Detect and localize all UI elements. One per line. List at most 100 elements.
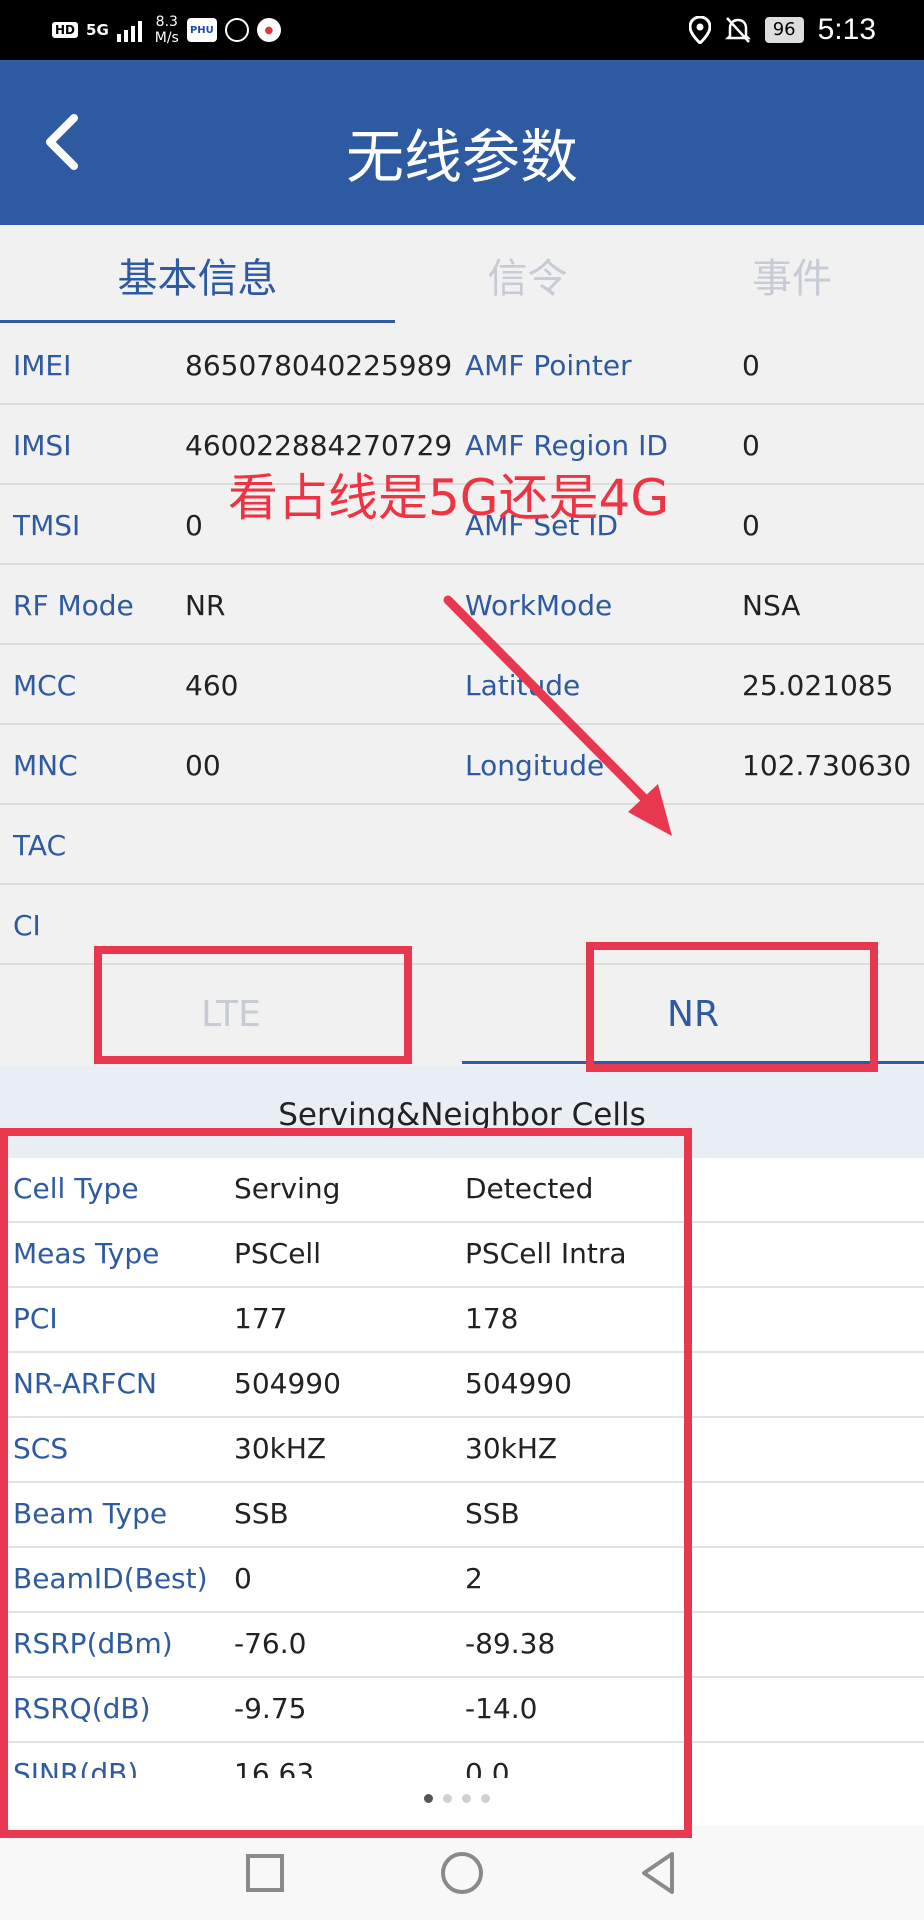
cell-value-serving: 504990 <box>234 1367 341 1400</box>
cell-value-serving: SSB <box>234 1497 289 1530</box>
rat-tabs: LTE NR <box>0 965 924 1065</box>
cell-value-serving: -9.75 <box>234 1692 307 1725</box>
hand-notification-icon <box>224 18 249 42</box>
cell-label: BeamID(Best) <box>13 1562 208 1595</box>
info-label: MNC <box>13 749 78 782</box>
active-rat-tab-indicator <box>462 1061 924 1064</box>
cell-row: Cell Type Serving Detected <box>0 1158 924 1223</box>
info-label: CI <box>13 909 41 942</box>
active-tab-indicator <box>0 320 395 323</box>
cell-value-serving: 0 <box>234 1562 252 1595</box>
home-button[interactable] <box>437 1848 487 1898</box>
cells-table[interactable]: Cell Type Serving Detected Meas Type PSC… <box>0 1158 924 1778</box>
cell-label: Beam Type <box>13 1497 168 1530</box>
network-type: 5G <box>86 21 109 39</box>
info-row: TAC <box>0 805 924 885</box>
info-value: 0 <box>742 509 760 542</box>
page-title: 无线参数 <box>345 123 578 191</box>
cell-row: BeamID(Best) 0 2 <box>0 1548 924 1613</box>
cell-value-serving: 30kHZ <box>234 1432 327 1465</box>
info-value: 460 <box>185 669 239 702</box>
info-value: 25.021085 <box>742 669 894 702</box>
status-bar: HD 5G 8.3 M/s PHU ● 96 5:13 <box>0 0 924 60</box>
cell-value-neighbor: Detected <box>465 1172 594 1205</box>
status-left: HD 5G 8.3 M/s PHU ● <box>52 8 281 52</box>
app-badge: PHU <box>186 18 217 42</box>
tab-events[interactable]: 事件 <box>660 225 924 325</box>
map-app-icon: ● <box>256 18 281 42</box>
cell-value-neighbor: -14.0 <box>465 1692 538 1725</box>
info-row: IMEI 865078040225989 AMF Pointer 0 <box>0 325 924 405</box>
basic-info-table: IMEI 865078040225989 AMF Pointer 0 IMSI … <box>0 325 924 965</box>
cell-value-neighbor: SSB <box>465 1497 520 1530</box>
info-row: MNC 00 Longitude 102.730630 <box>0 725 924 805</box>
info-label: IMEI <box>13 349 72 382</box>
cell-value-serving: 177 <box>234 1302 288 1335</box>
cell-value-serving: PSCell <box>234 1237 321 1270</box>
battery-indicator: 96 <box>764 17 804 43</box>
cell-value-neighbor: 178 <box>465 1302 519 1335</box>
cell-row: Beam Type SSB SSB <box>0 1483 924 1548</box>
info-label: RF Mode <box>13 589 134 622</box>
cell-label: RSRP(dBm) <box>13 1627 173 1660</box>
info-label: MCC <box>13 669 77 702</box>
tab-nr[interactable]: NR <box>462 965 924 1065</box>
cell-value-neighbor: PSCell Intra <box>465 1237 627 1270</box>
circle-icon <box>441 1852 483 1894</box>
triangle-back-icon <box>642 1852 674 1894</box>
cell-value-neighbor: 504990 <box>465 1367 572 1400</box>
nav-back-button[interactable] <box>634 1848 684 1898</box>
location-icon <box>688 16 711 44</box>
cell-value-neighbor: 2 <box>465 1562 483 1595</box>
info-value: 102.730630 <box>742 749 912 782</box>
info-row: CI <box>0 885 924 965</box>
info-value: 0 <box>185 509 203 542</box>
hd-badge: HD <box>52 22 79 38</box>
info-label: IMSI <box>13 429 72 462</box>
cell-row: Meas Type PSCell PSCell Intra <box>0 1223 924 1288</box>
square-icon <box>246 1854 284 1892</box>
info-label: AMF Pointer <box>465 349 632 382</box>
cell-label: SCS <box>13 1432 69 1465</box>
cell-row: RSRP(dBm) -76.0 -89.38 <box>0 1613 924 1678</box>
signal-icon <box>116 21 142 42</box>
recent-apps-button[interactable] <box>240 1848 290 1898</box>
mute-bell-icon <box>724 17 751 43</box>
tab-signaling[interactable]: 信令 <box>395 225 660 325</box>
cell-value-serving: 16.63 <box>234 1757 315 1778</box>
clock: 5:13 <box>817 13 876 46</box>
info-label: Latitude <box>465 669 581 702</box>
cell-value-neighbor: 30kHZ <box>465 1432 558 1465</box>
cells-section-title: Serving&Neighbor Cells <box>0 1065 924 1158</box>
cell-row: RSRQ(dB) -9.75 -14.0 <box>0 1678 924 1743</box>
info-value: 0 <box>742 349 760 382</box>
info-value: 865078040225989 <box>185 349 453 382</box>
main-tabs: 基本信息 信令 事件 <box>0 225 924 325</box>
cell-label: SINR(dB) <box>13 1757 139 1778</box>
cell-label: PCI <box>13 1302 58 1335</box>
info-label: TMSI <box>13 509 81 542</box>
app-bar: 无线参数 <box>0 60 924 225</box>
annotation-text: 看占线是5G还是4G <box>228 469 670 527</box>
page-indicator <box>424 1794 490 1803</box>
info-value: 00 <box>185 749 221 782</box>
speed-value: 8.3 <box>155 14 178 30</box>
tab-basic-info[interactable]: 基本信息 <box>0 225 395 325</box>
info-row: RF Mode NR WorkMode NSA <box>0 565 924 645</box>
cell-row: NR-ARFCN 504990 504990 <box>0 1353 924 1418</box>
info-value: 0 <box>742 429 760 462</box>
cell-row: SCS 30kHZ 30kHZ <box>0 1418 924 1483</box>
cell-label: NR-ARFCN <box>13 1367 157 1400</box>
tab-lte[interactable]: LTE <box>0 965 462 1065</box>
info-value: NSA <box>742 589 801 622</box>
status-right: 96 5:13 <box>688 8 876 52</box>
page-dot <box>462 1794 471 1803</box>
info-label: WorkMode <box>465 589 613 622</box>
info-row: MCC 460 Latitude 25.021085 <box>0 645 924 725</box>
info-label: TAC <box>13 829 67 862</box>
cell-value-neighbor: -89.38 <box>465 1627 556 1660</box>
cell-label: Meas Type <box>13 1237 160 1270</box>
cell-label: RSRQ(dB) <box>13 1692 151 1725</box>
page-dot <box>424 1794 433 1803</box>
cell-value-neighbor: 0.0 <box>465 1757 510 1778</box>
